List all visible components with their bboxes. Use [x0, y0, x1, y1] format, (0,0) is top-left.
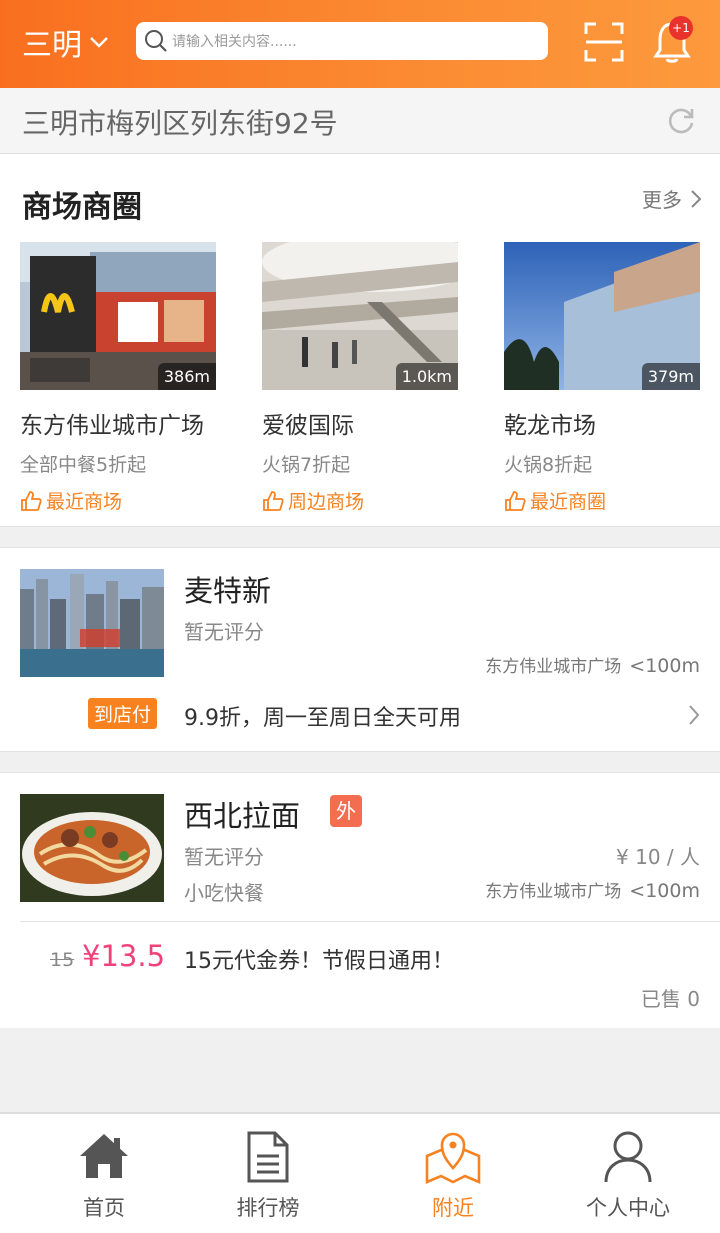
chevron-right-icon — [689, 705, 700, 725]
thumbs-up-icon — [21, 490, 42, 511]
home-icon — [80, 1134, 128, 1178]
notification-badge: +1 — [669, 16, 693, 40]
mall-card[interactable]: 1.0km 爱彼国际 火锅7折起 周边商场 — [262, 242, 458, 514]
tab-label: 排行榜 — [236, 1196, 300, 1220]
tab-label: 附近 — [432, 1196, 474, 1220]
more-label: 更多 — [642, 188, 682, 212]
mall-deal: 火锅7折起 — [262, 454, 351, 476]
mall-name: 爱彼国际 — [262, 413, 354, 439]
shop-rating: 暂无评分 — [184, 845, 264, 869]
search-input[interactable]: 请输入相关内容...... — [136, 22, 548, 60]
mall-tag: 周边商场 — [262, 487, 458, 514]
shop-card[interactable]: 西北拉面 外 暂无评分 ¥ 10 / 人 小吃快餐 东方伟业城市广场 <100m … — [0, 772, 720, 1028]
tab-nearby[interactable]: 附近 — [363, 1114, 543, 1233]
malls-section: 商场商圈 更多 386m 东方伟业城市广场 全部中餐5折起 最近商场 1.0km… — [0, 154, 720, 527]
distance-label: 1.0km — [395, 363, 458, 390]
shop-distance: <100m — [629, 655, 700, 677]
map-pin-icon — [425, 1132, 481, 1184]
shop-photo — [20, 569, 164, 677]
original-price: 15 — [50, 949, 75, 971]
deal-text: 9.9折，周一至周日全天可用 — [184, 706, 461, 731]
shop-mall: 东方伟业城市广场 — [485, 882, 622, 902]
divider — [20, 921, 720, 922]
tab-ranking[interactable]: 排行榜 — [178, 1114, 358, 1233]
search-icon — [145, 30, 167, 52]
tab-home[interactable]: 首页 — [14, 1114, 194, 1233]
shop-location: 东方伟业城市广场 <100m — [485, 877, 700, 902]
chevron-down-icon — [90, 37, 108, 48]
mall-tag-label: 最近商圈 — [530, 491, 607, 513]
mall-name: 乾龙市场 — [504, 413, 596, 439]
pay-in-store-badge: 到店付 — [88, 698, 158, 729]
top-header: 三明 请输入相关内容...... +1 — [0, 0, 720, 88]
tab-label: 个人中心 — [586, 1196, 670, 1220]
shop-category: 小吃快餐 — [184, 881, 264, 905]
more-link[interactable]: 更多 — [642, 184, 702, 213]
mall-card[interactable]: 379m 乾龙市场 火锅8折起 最近商圈 — [504, 242, 700, 514]
mall-tag-label: 周边商场 — [288, 491, 365, 513]
shop-name: 麦特新 — [184, 574, 272, 608]
shop-photo — [20, 794, 164, 902]
mall-card[interactable]: 386m 东方伟业城市广场 全部中餐5折起 最近商场 — [20, 242, 216, 514]
shop-card[interactable]: 麦特新 暂无评分 东方伟业城市广场 <100m 到店付 9.9折，周一至周日全天可… — [0, 547, 720, 752]
location-bar: 三明市梅列区列东街92号 — [0, 88, 720, 154]
distance-label: 379m — [641, 363, 700, 390]
shop-name: 西北拉面 — [184, 799, 301, 833]
tab-profile[interactable]: 个人中心 — [538, 1114, 718, 1233]
document-icon — [247, 1131, 289, 1183]
city-label: 三明 — [22, 28, 82, 63]
shop-distance: <100m — [629, 880, 700, 902]
mall-tag: 最近商圈 — [504, 487, 700, 514]
deal-text: 15元代金券！节假日通用！ — [184, 949, 454, 974]
mall-deal: 火锅8折起 — [504, 454, 593, 476]
current-address: 三明市梅列区列东街92号 — [22, 107, 338, 140]
search-placeholder: 请输入相关内容...... — [172, 34, 297, 50]
mall-photo: 379m — [504, 242, 700, 390]
mall-tag-label: 最近商场 — [46, 491, 123, 513]
mall-deal: 全部中餐5折起 — [20, 454, 147, 476]
shop-location: 东方伟业城市广场 <100m — [485, 652, 700, 677]
refresh-icon[interactable] — [666, 106, 696, 136]
tab-label: 首页 — [83, 1196, 125, 1220]
mall-name: 东方伟业城市广场 — [20, 413, 204, 439]
thumbs-up-icon — [505, 490, 526, 511]
user-icon — [604, 1131, 652, 1183]
price-per-person: ¥ 10 / 人 — [616, 845, 700, 869]
mall-tag: 最近商场 — [20, 487, 216, 514]
chevron-right-icon — [691, 189, 702, 208]
scan-icon[interactable] — [584, 22, 624, 62]
discount-price: ¥13.5 — [82, 939, 166, 973]
takeout-badge: 外 — [330, 795, 362, 827]
shop-rating: 暂无评分 — [184, 620, 264, 644]
mall-photo: 1.0km — [262, 242, 458, 390]
thumbs-up-icon — [263, 490, 284, 511]
city-selector[interactable]: 三明 — [22, 20, 110, 64]
distance-label: 386m — [157, 363, 216, 390]
mall-photo: 386m — [20, 242, 216, 390]
sold-count: 已售 0 — [640, 987, 700, 1011]
section-title: 商场商圈 — [22, 190, 142, 225]
bottom-tab-bar: 首页 排行榜 附近 个人中心 — [0, 1112, 720, 1233]
shop-mall: 东方伟业城市广场 — [485, 657, 622, 677]
